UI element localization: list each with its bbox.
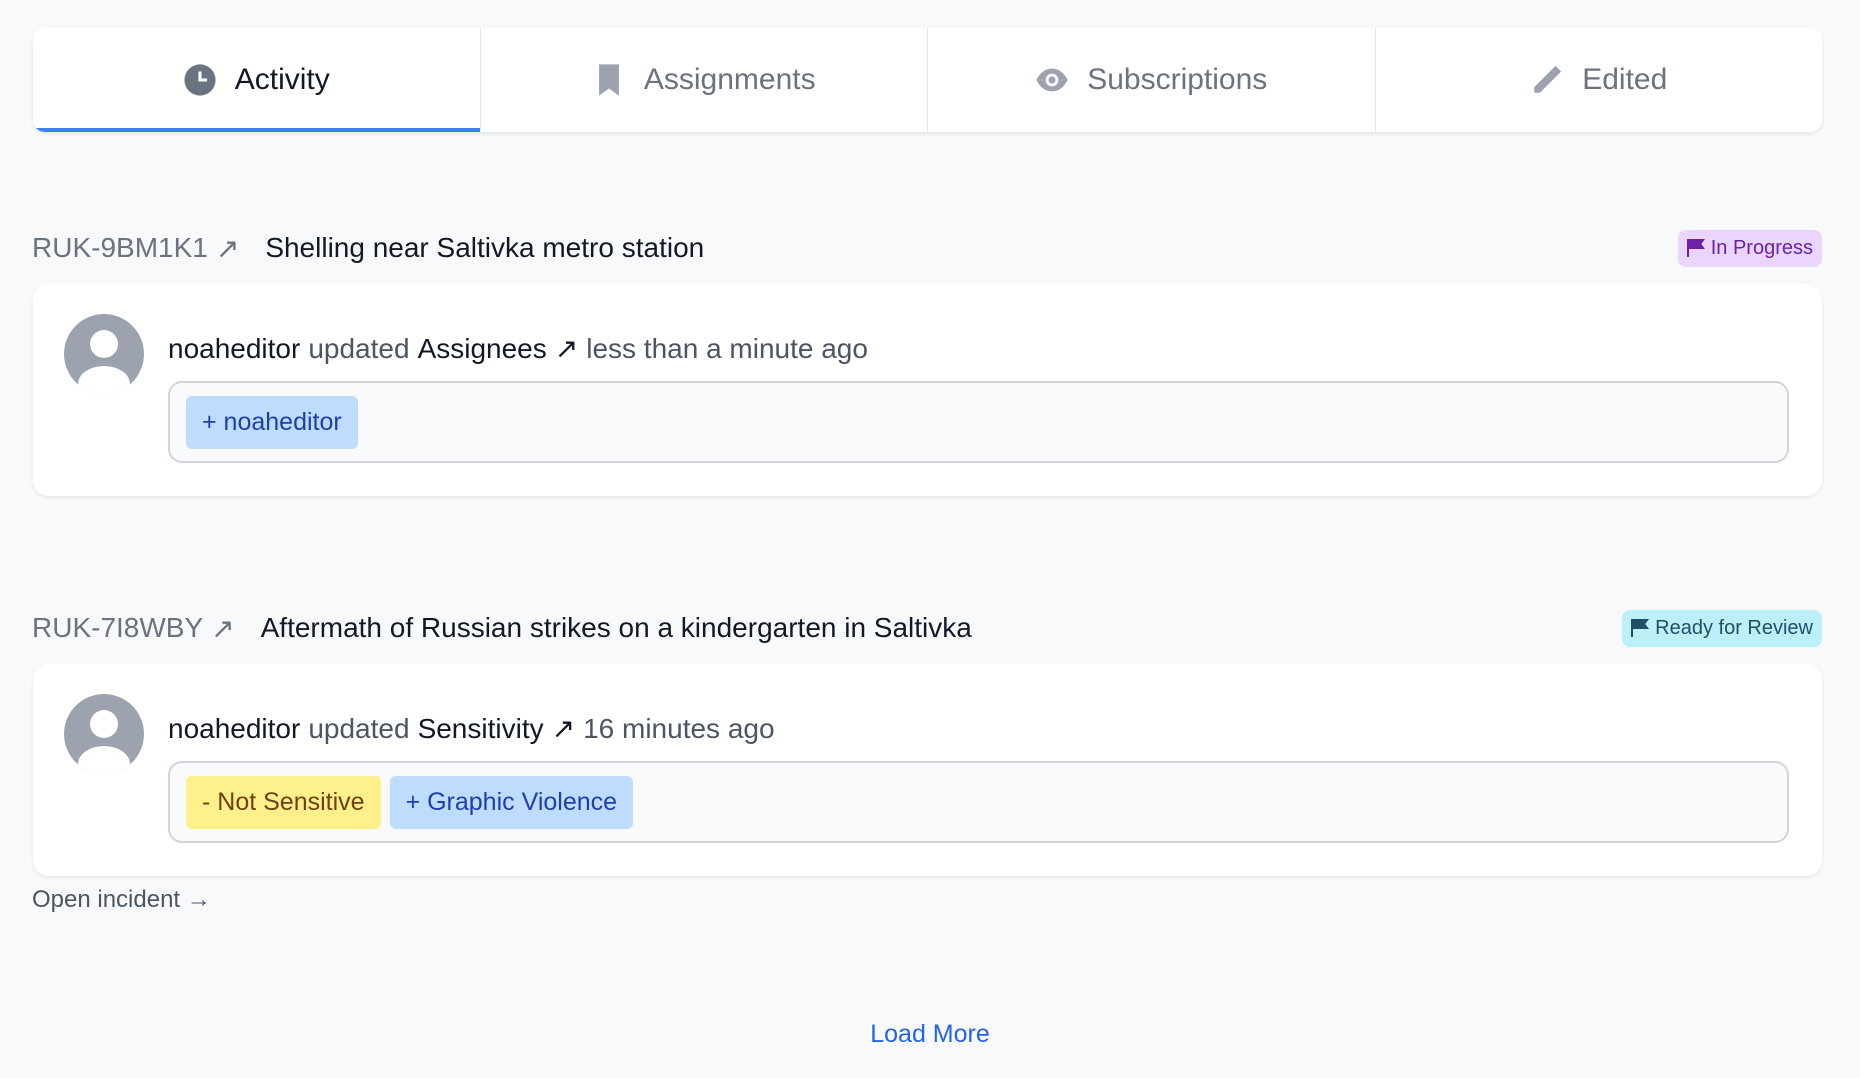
status-badge: Ready for Review [1622, 609, 1822, 647]
external-link-icon: ↗ [211, 612, 235, 644]
flag-icon [1686, 239, 1705, 257]
clock-icon [184, 64, 216, 96]
changes-box: + noaheditor [168, 381, 1789, 463]
incident-header: RUK-9BM1K1 ↗ Shelling near Saltivka metro… [32, 228, 1822, 268]
added-chip: + noaheditor [186, 395, 358, 449]
tab-subscriptions[interactable]: Subscriptions [927, 28, 1375, 132]
avatar [64, 314, 144, 394]
activity-verb: updated [308, 332, 410, 364]
tab-assignments[interactable]: Assignments [479, 28, 928, 132]
timestamp: less than a minute ago [586, 332, 868, 364]
activity-verb: updated [308, 712, 410, 744]
avatar [64, 694, 144, 774]
tab-edited[interactable]: Edited [1374, 28, 1823, 132]
status-badge: In Progress [1677, 229, 1822, 267]
incident-title: Shelling near Saltivka metro station [265, 232, 705, 263]
status-label: Ready for Review [1655, 616, 1813, 639]
changes-box: - Not Sensitive + Graphic Violence [168, 761, 1789, 843]
bookmark-icon [598, 64, 619, 96]
incident-ref-link[interactable]: RUK-9BM1K1 ↗ [32, 232, 239, 265]
tab-activity[interactable]: Activity [33, 28, 480, 132]
tab-label: Assignments [643, 63, 816, 96]
activity-card: noaheditor updated Sensitivity ↗ 16 minu… [33, 664, 1822, 876]
eye-icon [1036, 68, 1068, 92]
activity-card: noaheditor updated Assignees ↗ less than… [33, 284, 1822, 496]
incident-header: RUK-7I8WBY ↗ Aftermath of Russian strikes… [32, 608, 1822, 648]
external-link-icon: ↗ [551, 713, 576, 744]
user-name: noaheditor [168, 332, 301, 364]
tab-label: Edited [1582, 63, 1668, 96]
tab-label: Activity [234, 63, 330, 96]
user-name: noaheditor [168, 712, 301, 744]
pencil-icon [1534, 65, 1562, 93]
tab-bar: Activity Assignments Subscriptions Edite… [33, 28, 1822, 132]
incident-ref: RUK-7I8WBY [32, 612, 204, 643]
activity-line: noaheditor updated Assignees ↗ less than… [168, 332, 868, 365]
incident-title: Aftermath of Russian strikes on a kinder… [260, 612, 972, 643]
tab-label: Subscriptions [1087, 63, 1268, 96]
activity-line: noaheditor updated Sensitivity ↗ 16 minu… [168, 712, 775, 745]
incident-ref: RUK-9BM1K1 [32, 232, 208, 263]
flag-icon [1631, 619, 1650, 637]
field-link[interactable]: Sensitivity [418, 713, 544, 745]
status-label: In Progress [1710, 236, 1813, 259]
field-link[interactable]: Assignees [418, 333, 547, 365]
incident-ref-link[interactable]: RUK-7I8WBY ↗ [32, 612, 235, 645]
load-more-button[interactable]: Load More [0, 1020, 1860, 1049]
external-link-icon: ↗ [215, 232, 240, 264]
external-link-icon: ↗ [554, 333, 579, 364]
timestamp: 16 minutes ago [583, 712, 775, 744]
open-incident-link[interactable]: Open incident → [32, 886, 211, 914]
removed-chip: - Not Sensitive [186, 775, 381, 829]
added-chip: + Graphic Violence [389, 775, 634, 829]
